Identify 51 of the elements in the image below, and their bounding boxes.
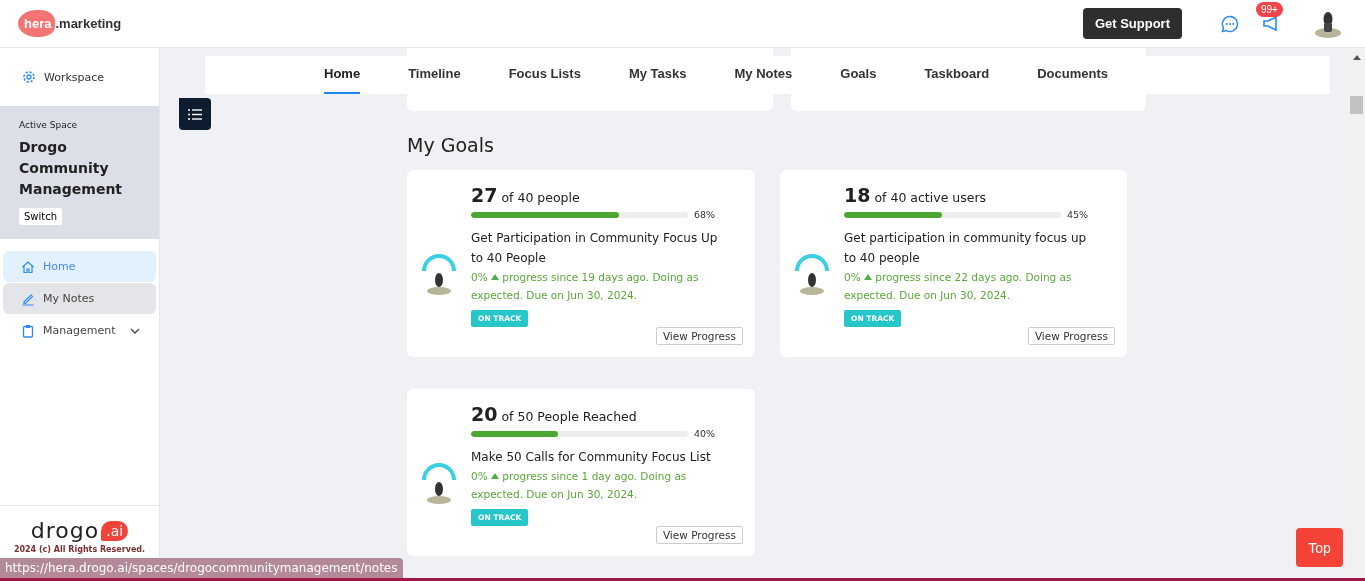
sidebar-item[interactable]: Management bbox=[3, 315, 156, 346]
up-triangle-icon bbox=[491, 274, 499, 280]
workspace-link[interactable]: Workspace bbox=[0, 48, 159, 106]
nav-tab[interactable]: My Tasks bbox=[628, 56, 687, 94]
nav-tab[interactable]: Focus Lists bbox=[508, 56, 581, 94]
goal-count: 18 of 40 active users bbox=[844, 184, 988, 206]
progress-percent: 68% bbox=[694, 209, 716, 220]
avatar-icon bbox=[792, 252, 832, 297]
notification-count: 99+ bbox=[1256, 1, 1283, 17]
megaphone-icon[interactable] bbox=[1262, 15, 1280, 32]
progress-percent: 45% bbox=[1067, 209, 1089, 220]
view-progress-button[interactable]: View Progress bbox=[655, 526, 743, 544]
nav-tab[interactable]: Home bbox=[324, 56, 361, 94]
list-icon bbox=[188, 108, 202, 120]
nav-tab[interactable]: Taskboard bbox=[924, 56, 990, 94]
up-triangle-icon bbox=[864, 274, 872, 280]
top-button[interactable]: Top bbox=[1296, 528, 1343, 567]
space-name: Drogo Community Management bbox=[19, 138, 124, 199]
goal-title: Get participation in community focus up to 40 people bbox=[844, 230, 1088, 267]
active-space-label: Active Space bbox=[19, 120, 79, 130]
get-support-button[interactable]: Get Support bbox=[1082, 8, 1182, 39]
up-triangle-icon bbox=[491, 473, 499, 479]
goal-progress-note: 0% progress since 22 days ago. Doing as expected. Due on Jun 30, 2024. bbox=[844, 270, 1073, 303]
settings-icon bbox=[22, 70, 36, 84]
view-progress-button[interactable]: View Progress bbox=[1027, 327, 1115, 345]
sidebar-item[interactable]: My Notes bbox=[3, 283, 156, 314]
home-icon bbox=[21, 259, 35, 274]
nav-tab[interactable]: Documents bbox=[1037, 56, 1108, 94]
copyright-text: 2024 (c) All Rights Reserved. bbox=[13, 545, 146, 554]
avatar-icon bbox=[419, 461, 459, 506]
section-heading: My Goals bbox=[407, 134, 495, 156]
view-progress-button[interactable]: View Progress bbox=[655, 327, 743, 345]
goal-count: 20 of 50 People Reached bbox=[471, 403, 638, 425]
nav-tab[interactable]: My Notes bbox=[734, 56, 793, 94]
menu-button[interactable] bbox=[179, 98, 211, 130]
goal-progress-note: 0% progress since 19 days ago. Doing as expected. Due on Jun 30, 2024. bbox=[471, 270, 700, 303]
status-url: https://hera.drogo.ai/spaces/drogocommunitymanagement/notes bbox=[0, 558, 403, 578]
avatar-icon bbox=[419, 252, 459, 297]
goal-title: Make 50 Calls for Community Focus List bbox=[471, 449, 712, 466]
chat-icon[interactable] bbox=[1221, 14, 1239, 33]
scrollbar-thumb[interactable] bbox=[1350, 96, 1363, 114]
goal-progress-note: 0% progress since 1 day ago. Doing as expected. Due on Jun 30, 2024. bbox=[471, 469, 688, 502]
goal-count: 27 of 40 people bbox=[471, 184, 581, 206]
nav-tab[interactable]: Goals bbox=[840, 56, 877, 94]
switch-button[interactable]: Switch bbox=[19, 208, 63, 225]
clipboard-icon bbox=[21, 323, 35, 338]
progress-percent: 40% bbox=[694, 428, 716, 439]
hera-marketing-logo[interactable]: hera .marketing bbox=[18, 10, 122, 37]
nav-tab[interactable]: Timeline bbox=[408, 56, 461, 94]
drogo-ai-logo: drogo .ai bbox=[30, 518, 129, 543]
goal-title: Get Participation in Community Focus Up to 40 People bbox=[471, 230, 719, 267]
